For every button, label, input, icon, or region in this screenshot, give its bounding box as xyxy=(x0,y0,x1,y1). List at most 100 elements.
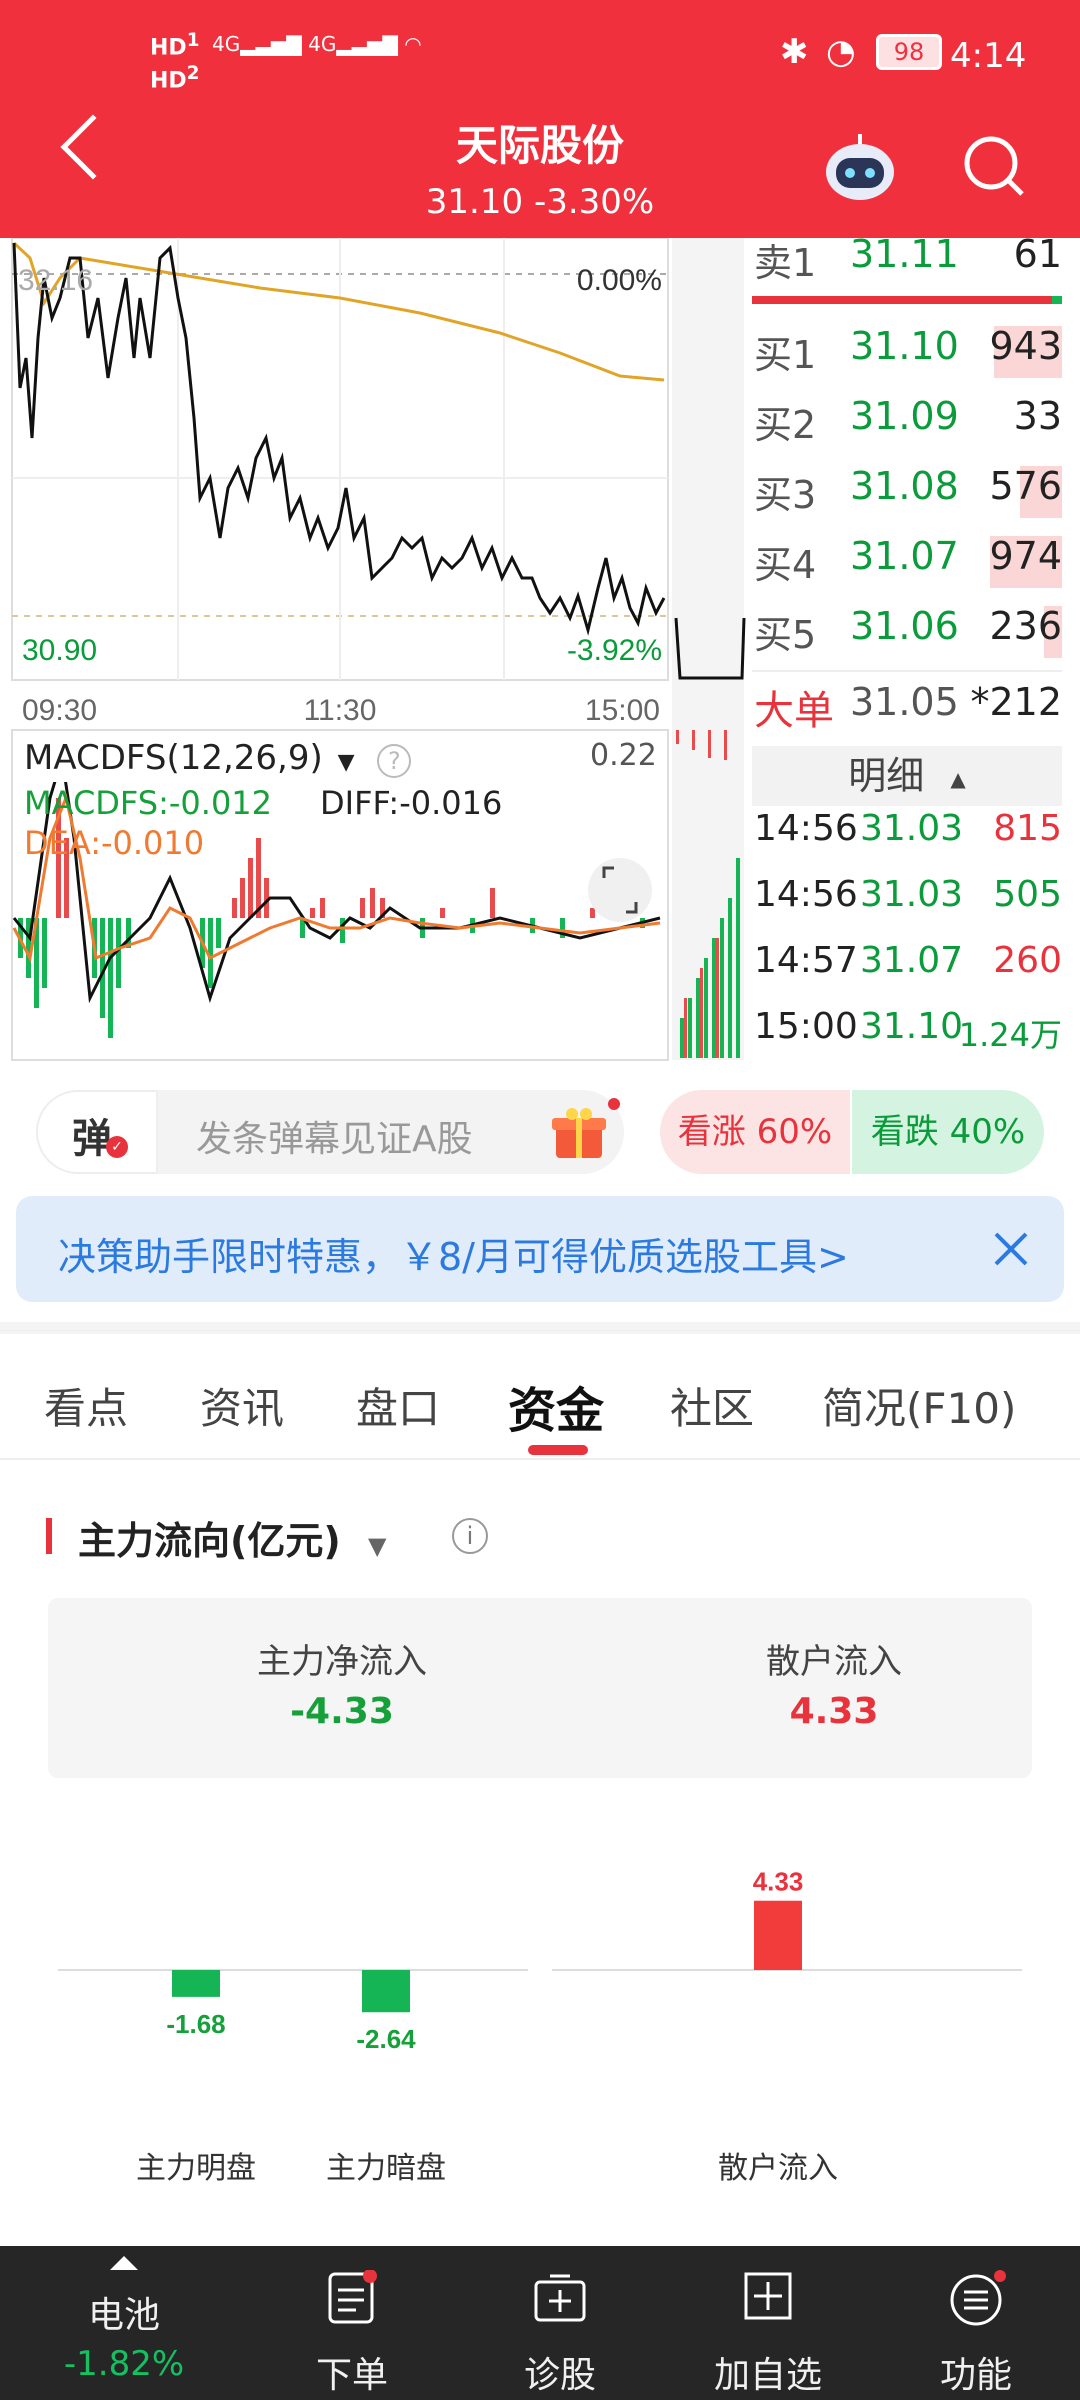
header: HD1 HD2 4G▂▃▅▇ 4G▂▃▅▇ ◠ ✱ ◔ 98 4:14 天际股份 … xyxy=(0,0,1080,238)
pct-top-label: 0.00% xyxy=(577,264,662,297)
diff-value: DIFF:-0.016 xyxy=(320,784,503,822)
big-order-row[interactable]: 大单 31.05 *212 xyxy=(752,670,1062,736)
caret-up-icon xyxy=(110,2256,138,2270)
stock-price: 31.10 xyxy=(425,182,524,222)
big-order-volume: *212 xyxy=(970,680,1062,724)
close-icon[interactable] xyxy=(992,1230,1030,1268)
info-icon[interactable]: i xyxy=(452,1518,488,1554)
macd-max-value: 0.22 xyxy=(590,738,657,773)
tick-price: 31.07 xyxy=(860,940,964,981)
tick-price: 31.03 xyxy=(860,874,964,915)
macd-indicator-selector[interactable]: MACDFS(12,26,9) ▼ ? xyxy=(24,738,434,782)
main-net-value: -4.33 xyxy=(290,1691,394,1732)
search-icon[interactable] xyxy=(960,132,1030,202)
detail-toggle[interactable]: 明细 ▲ xyxy=(752,746,1062,806)
nav-diagnose-label: 诊股 xyxy=(523,2355,596,2396)
macdfs-value: MACDFS:-0.012 xyxy=(24,784,273,822)
buy-4-price: 31.07 xyxy=(850,534,959,578)
order-icon xyxy=(328,2270,377,2324)
fund-bar-category-0: 主力明盘 xyxy=(136,2152,256,2185)
fund-bar-category-2: 散户流入 xyxy=(718,2152,838,2185)
macd-title: MACDFS(12,26,9) xyxy=(24,738,323,778)
tab-market[interactable]: 盘口 xyxy=(356,1375,440,1436)
fund-bar-value-1: -2.64 xyxy=(356,2024,416,2054)
menu-icon xyxy=(950,2270,1006,2326)
fund-flow-title[interactable]: 主力流向(亿元) ▼ xyxy=(78,1510,386,1564)
vote-down-button[interactable]: 看跌 40% xyxy=(852,1090,1044,1174)
retail-value: 4.33 xyxy=(789,1691,879,1732)
intraday-chart[interactable]: 32.16 0.00% 30.90 -3.92% 09:30 11:30 15:… xyxy=(0,238,750,1068)
tab-highlights[interactable]: 看点 xyxy=(44,1375,128,1436)
tick-volume: 505 xyxy=(993,874,1062,915)
vote-up-button[interactable]: 看涨 60% xyxy=(660,1090,850,1174)
time-label-mid: 11:30 xyxy=(304,694,377,727)
barrage-input[interactable]: 弹 ✓ 发条弹幕见证A股 xyxy=(36,1090,624,1174)
tick-time: 14:57 xyxy=(754,940,858,981)
trade-tick-row: 14:57 31.07 260 xyxy=(752,940,1062,1006)
time-label-open: 09:30 xyxy=(22,694,97,727)
buy-5-label: 买5 xyxy=(754,613,817,657)
clock: 4:14 xyxy=(950,36,1027,76)
check-icon: ✓ xyxy=(106,1136,128,1158)
retail-inflow: 散户流入 4.33 xyxy=(684,1634,984,1732)
main-net-label: 主力净流入 xyxy=(257,1642,427,1682)
barrage-toggle[interactable]: 弹 ✓ xyxy=(36,1090,158,1174)
signal-icon: 4G▂▃▅▇ 4G▂▃▅▇ ◠ xyxy=(212,32,422,56)
buy-4-volume: 974 xyxy=(989,534,1062,578)
network-icon: HD1 HD2 xyxy=(150,30,200,94)
trade-tick-row: 14:56 31.03 505 xyxy=(752,874,1062,940)
caret-up-icon: ▲ xyxy=(950,766,966,791)
tab-capital[interactable]: 资金 xyxy=(508,1371,604,1441)
buy-row[interactable]: 买1 31.10 943 xyxy=(752,318,1062,384)
nav-sector[interactable]: 电池 -1.82% xyxy=(16,2246,232,2400)
dea-value: DEA:-0.010 xyxy=(24,824,205,862)
status-bar: HD1 HD2 4G▂▃▅▇ 4G▂▃▅▇ ◠ ✱ ◔ 98 4:14 xyxy=(0,22,1080,98)
expand-icon[interactable] xyxy=(588,858,652,922)
gift-icon[interactable] xyxy=(550,1104,608,1162)
nav-order[interactable]: 下单 xyxy=(244,2246,460,2400)
bluetooth-icon: ✱ xyxy=(780,32,809,72)
tab-community[interactable]: 社区 xyxy=(670,1375,754,1436)
tick-volume: 815 xyxy=(993,808,1062,849)
sell-1-row[interactable]: 卖1 31.11 61 xyxy=(752,232,1062,304)
trade-tick-row: 14:56 31.03 815 xyxy=(752,808,1062,874)
app-root: HD1 HD2 4G▂▃▅▇ 4G▂▃▅▇ ◠ ✱ ◔ 98 4:14 天际股份 … xyxy=(0,0,1080,2400)
nav-order-label: 下单 xyxy=(315,2355,388,2396)
buy-row[interactable]: 买3 31.08 576 xyxy=(752,458,1062,524)
speed-icon: ◔ xyxy=(826,32,856,72)
help-icon[interactable]: ? xyxy=(377,744,412,778)
sell-1-volume: 61 xyxy=(1013,232,1062,276)
battery-icon: 98 xyxy=(876,34,942,70)
nav-sector-label: 电池 xyxy=(87,2295,160,2336)
tab-news[interactable]: 资讯 xyxy=(200,1375,284,1436)
stock-quote: 31.10 -3.30% xyxy=(0,182,1080,222)
big-order-price: 31.05 xyxy=(850,680,959,724)
promo-banner[interactable]: 决策助手限时特惠，￥8/月可得优质选股工具> xyxy=(16,1196,1064,1302)
nav-add-label: 加自选 xyxy=(713,2355,822,2396)
main-net-inflow: 主力净流入 -4.33 xyxy=(192,1634,492,1732)
buy-row[interactable]: 买5 31.06 236 xyxy=(752,598,1062,664)
tab-profile[interactable]: 简况(F10) xyxy=(822,1375,1016,1436)
nav-functions[interactable]: 功能 xyxy=(868,2246,1080,2400)
time-label-close: 15:00 xyxy=(585,694,660,727)
section-marker xyxy=(46,1518,52,1554)
buy-row[interactable]: 买4 31.07 974 xyxy=(752,528,1062,594)
buy-3-volume: 576 xyxy=(989,464,1062,508)
promo-text: 决策助手限时特惠，￥8/月可得优质选股工具> xyxy=(58,1235,849,1279)
tick-price: 31.03 xyxy=(860,808,964,849)
dropdown-icon: ▼ xyxy=(367,1532,387,1560)
buy-1-volume: 943 xyxy=(989,324,1062,368)
nav-add-watchlist[interactable]: 加自选 xyxy=(660,2246,876,2400)
dropdown-icon: ▼ xyxy=(337,750,355,775)
fund-flow-bar-chart: -1.68 主力明盘 -2.64 主力暗盘 4.33 散户流入 xyxy=(58,1867,1022,2185)
robot-icon[interactable] xyxy=(820,128,900,208)
buy-4-label: 买4 xyxy=(754,543,817,587)
ask-portion xyxy=(1052,296,1062,304)
buy-row[interactable]: 买2 31.09 33 xyxy=(752,388,1062,454)
fund-bar-value-0: -1.68 xyxy=(166,2009,225,2039)
bottom-nav: 电池 -1.82% 下单 诊股 加自选 功能 xyxy=(0,2246,1080,2400)
nav-diagnose[interactable]: 诊股 xyxy=(452,2246,668,2400)
buy-3-price: 31.08 xyxy=(850,464,959,508)
tick-price: 31.10 xyxy=(860,1006,964,1047)
quote-chart-area: 32.16 0.00% 30.90 -3.92% 09:30 11:30 15:… xyxy=(0,232,1080,1068)
